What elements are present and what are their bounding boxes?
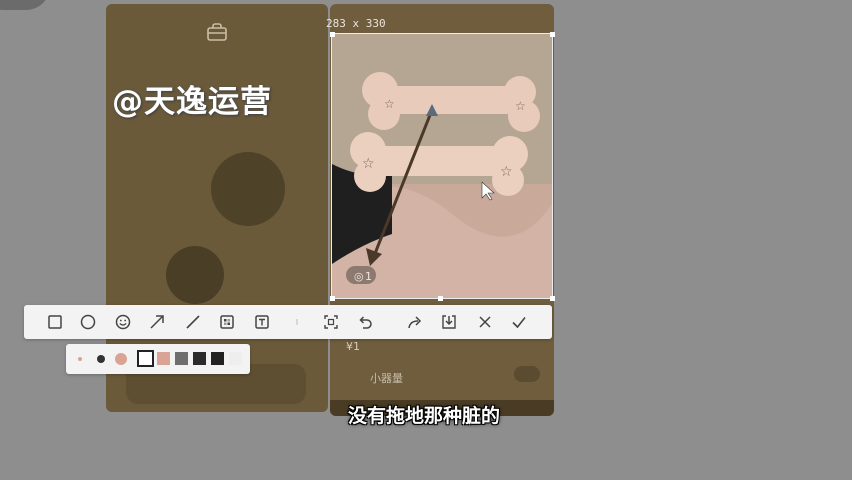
share-button[interactable] (404, 311, 426, 333)
corner-shadow (0, 0, 50, 10)
separator-icon (296, 319, 298, 325)
svg-text:☆: ☆ (362, 156, 375, 172)
separator (286, 311, 308, 333)
arrow-tool[interactable] (146, 311, 168, 333)
arrow-icon (150, 315, 164, 329)
background-graphic (211, 152, 285, 226)
rectangle-icon (48, 315, 62, 329)
undo-icon (359, 316, 372, 329)
counter-badge-number: 1 (365, 270, 372, 283)
confirm-button[interactable] (508, 311, 530, 333)
resize-handle[interactable] (438, 296, 443, 301)
text-icon (255, 315, 269, 329)
check-icon (512, 317, 526, 329)
size-small-option[interactable] (78, 357, 82, 361)
svg-text:☆: ☆ (384, 97, 395, 111)
resize-handle[interactable] (550, 296, 555, 301)
resize-handle[interactable] (550, 32, 555, 37)
close-icon (479, 316, 491, 328)
mosaic-icon (220, 315, 234, 329)
resize-handle[interactable] (330, 296, 335, 301)
video-subtitle: 没有拖地那种脏的 (0, 401, 852, 428)
color-swatch-more[interactable] (229, 352, 242, 365)
rectangle-tool[interactable] (44, 311, 66, 333)
ellipse-tool[interactable] (77, 311, 99, 333)
style-options-bar (66, 344, 250, 374)
size-medium-option[interactable] (97, 355, 105, 363)
share-icon (408, 316, 422, 329)
counter-badge-text: ◎ (354, 270, 364, 283)
download-icon (442, 315, 456, 329)
bag-icon (207, 23, 227, 41)
capture-region[interactable]: ☆ ☆ ☆ ☆ ◎ 1 (331, 33, 553, 299)
text-tool[interactable] (251, 311, 273, 333)
item-badge (514, 366, 540, 382)
cancel-button[interactable] (474, 311, 496, 333)
watermark: @天逸运营 (112, 84, 272, 120)
line-tool[interactable] (182, 311, 204, 333)
color-swatch-gray[interactable] (175, 352, 188, 365)
undo-button[interactable] (354, 311, 376, 333)
svg-text:☆: ☆ (515, 99, 526, 113)
ocr-tool[interactable] (320, 311, 342, 333)
color-swatch-white[interactable] (137, 350, 154, 367)
circle-icon (80, 314, 96, 330)
color-swatch-dark[interactable] (193, 352, 206, 365)
color-swatch-peach[interactable] (157, 352, 170, 365)
mosaic-tool[interactable] (216, 311, 238, 333)
emoji-tool[interactable] (112, 311, 134, 333)
background-graphic (166, 246, 224, 304)
size-large-option[interactable] (115, 353, 127, 365)
selection-size-label: 283 x 330 (326, 17, 386, 30)
captured-photo: ☆ ☆ ☆ ☆ ◎ 1 (332, 34, 552, 298)
download-button[interactable] (438, 311, 460, 333)
subtitle-text: 没有拖地那种脏的 (347, 405, 500, 427)
smiley-icon (115, 314, 131, 330)
price-text: ¥1 (346, 340, 360, 353)
resize-handle[interactable] (330, 32, 335, 37)
color-swatch-black[interactable] (211, 352, 224, 365)
scan-icon (324, 315, 338, 329)
item-label: 小器量 (370, 372, 403, 385)
svg-text:☆: ☆ (500, 164, 513, 180)
annotation-toolbar (24, 305, 552, 339)
line-icon (186, 315, 200, 329)
